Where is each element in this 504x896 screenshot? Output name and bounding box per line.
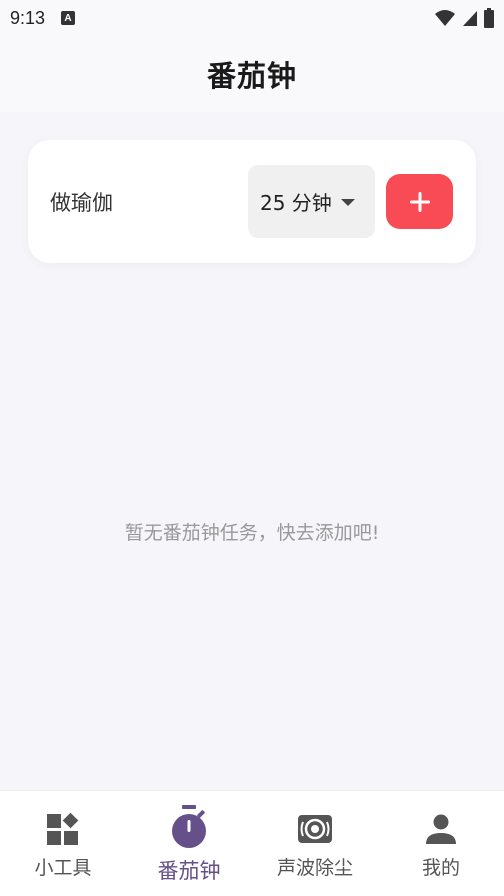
timer-icon — [168, 805, 210, 849]
signal-icon — [463, 11, 477, 26]
nav-label: 小工具 — [34, 857, 92, 879]
widgets-icon — [45, 811, 81, 847]
nav-item-sonic-clean[interactable]: 声波除尘 — [252, 791, 378, 896]
bottom-nav: 小工具 番茄钟 声波除尘 我的 — [0, 790, 504, 896]
caret-down-icon — [341, 199, 355, 206]
header: 番茄钟 — [0, 36, 504, 112]
add-task-card: 25 分钟 — [28, 140, 476, 263]
empty-state-message: 暂无番茄钟任务，快去添加吧! — [124, 522, 380, 544]
person-icon — [423, 811, 459, 847]
status-left: 9:13 A — [10, 7, 76, 29]
nav-label: 我的 — [421, 857, 460, 879]
wifi-icon — [435, 10, 455, 26]
task-name-input[interactable] — [50, 186, 250, 218]
battery-icon — [484, 8, 494, 28]
speaker-icon — [297, 811, 333, 847]
duration-select[interactable]: 25 分钟 — [248, 165, 375, 238]
status-right — [434, 8, 494, 28]
plus-icon — [409, 191, 430, 212]
nav-label: 声波除尘 — [276, 857, 353, 879]
nav-item-tools[interactable]: 小工具 — [0, 791, 126, 896]
nav-item-profile[interactable]: 我的 — [378, 791, 504, 896]
status-bar: 9:13 A — [0, 0, 504, 36]
duration-value: 25 分钟 — [260, 191, 332, 215]
nav-label: 番茄钟 — [157, 859, 221, 883]
a-notification-icon: A — [61, 11, 76, 25]
page-title: 番茄钟 — [206, 59, 297, 93]
status-time: 9:13 — [10, 7, 46, 28]
nav-item-pomodoro[interactable]: 番茄钟 — [126, 791, 252, 896]
add-task-button[interactable] — [386, 174, 453, 229]
